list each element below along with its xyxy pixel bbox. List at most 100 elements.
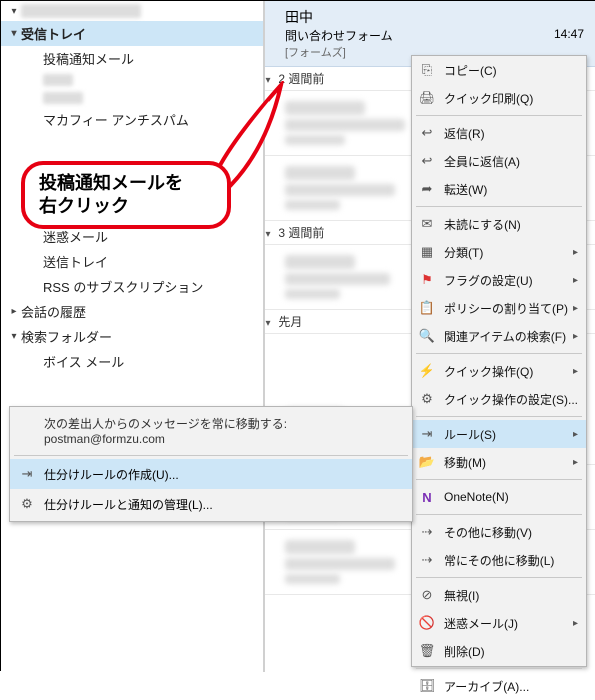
chevron-right-icon: ▸ — [573, 457, 578, 468]
reply-icon: ↩ — [418, 124, 436, 142]
ctx-label: その他に移動(V) — [444, 524, 532, 541]
ctx-flag[interactable]: ⚑ フラグの設定(U) ▸ — [412, 266, 586, 294]
blur-text — [285, 200, 340, 210]
submenu-create-rule[interactable]: ⇥ 仕分けルールの作成(U)... — [10, 459, 412, 489]
tree-label: 検索フォルダー — [21, 327, 112, 346]
tree-item-voice-mail[interactable]: ボイス メール — [1, 349, 263, 374]
tree-item-rss[interactable]: RSS のサブスクリプション — [1, 274, 263, 299]
ctx-related[interactable]: 🔍 関連アイテムの検索(F) ▸ — [412, 322, 586, 350]
chevron-right-icon: ▸ — [573, 366, 578, 377]
ctx-label: 未読にする(N) — [444, 216, 521, 233]
ctx-move[interactable]: 📂 移動(M) ▸ — [412, 448, 586, 476]
print-icon: 🖨 — [418, 89, 436, 107]
ctx-label: 迷惑メール(J) — [444, 615, 518, 632]
ctx-label: クイック印刷(Q) — [444, 90, 533, 107]
tree-item-root-blur[interactable]: ▾ — [1, 1, 263, 21]
blur-text — [285, 135, 345, 145]
separator — [416, 514, 582, 515]
ctx-label: 関連アイテムの検索(F) — [444, 328, 566, 345]
ctx-always-move-other[interactable]: ⇢ 常にその他に移動(L) — [412, 546, 586, 574]
tree-item-sent[interactable]: 送信トレイ — [1, 249, 263, 274]
ctx-delete[interactable]: 🗑 削除(D) — [412, 637, 586, 665]
tree-label: RSS のサブスクリプション — [43, 277, 203, 296]
search-icon: 🔍 — [418, 327, 436, 345]
ctx-label: ルール(S) — [444, 426, 496, 443]
blur-text — [285, 540, 355, 554]
chevron-right-icon: ▸ — [573, 275, 578, 286]
delete-icon: 🗑 — [418, 642, 436, 660]
separator — [416, 353, 582, 354]
submenu-static-text[interactable]: 次の差出人からのメッセージを常に移動する: postman@formzu.com — [10, 409, 412, 452]
settings-icon: ⚙ — [18, 495, 36, 513]
ctx-markunread[interactable]: ✉ 未読にする(N) — [412, 210, 586, 238]
blur-text — [285, 166, 355, 180]
move-other-icon: ⇢ — [418, 523, 436, 541]
ctx-quickop[interactable]: ⚡ クイック操作(Q) ▸ — [412, 357, 586, 385]
separator — [416, 668, 582, 669]
submenu-manage-rules[interactable]: ⚙ 仕分けルールと通知の管理(L)... — [10, 489, 412, 519]
ctx-label: クイック操作の設定(S)... — [444, 391, 578, 408]
tree-item-inbox[interactable]: ▾ 受信トレイ — [1, 21, 263, 46]
separator — [14, 455, 408, 456]
chevron-right-icon: ▸ — [573, 618, 578, 629]
blur-text — [285, 273, 390, 285]
ctx-onenote[interactable]: N OneNote(N) — [412, 483, 586, 511]
blur-text — [285, 101, 365, 115]
ctx-quickop-settings[interactable]: ⚙ クイック操作の設定(S)... — [412, 385, 586, 413]
tree-item-search-folders[interactable]: ▾ 検索フォルダー — [1, 324, 263, 349]
lightning-icon: ⚡ — [418, 362, 436, 380]
date-group-label: 先月 — [278, 315, 302, 329]
ctx-policy[interactable]: 📋 ポリシーの割り当て(P) ▸ — [412, 294, 586, 322]
ctx-label: 常にその他に移動(L) — [444, 552, 554, 569]
ctx-label: アーカイブ(A)... — [444, 678, 529, 695]
onenote-icon: N — [418, 488, 436, 506]
separator — [416, 577, 582, 578]
ctx-move-other[interactable]: ⇢ その他に移動(V) — [412, 518, 586, 546]
ctx-label: 削除(D) — [444, 643, 485, 660]
ctx-rules[interactable]: ⇥ ルール(S) ▸ — [412, 420, 586, 448]
tree-item-post-notify[interactable]: 投稿通知メール — [1, 46, 263, 71]
junk-icon: 🚫 — [418, 614, 436, 632]
blur-text — [285, 255, 355, 269]
chevron-down-icon: ▾ — [7, 28, 21, 39]
always-move-icon: ⇢ — [418, 551, 436, 569]
context-menu: ⎘ コピー(C) 🖨 クイック印刷(Q) ↩ 返信(R) ↩ 全員に返信(A) … — [411, 55, 587, 667]
categorize-icon: ▦ — [418, 243, 436, 261]
ctx-label: クイック操作(Q) — [444, 363, 533, 380]
ctx-label: 移動(M) — [444, 454, 486, 471]
forward-icon: ➦ — [418, 180, 436, 198]
blur-text — [285, 574, 340, 584]
ctx-junk[interactable]: 🚫 迷惑メール(J) ▸ — [412, 609, 586, 637]
submenu-label: 仕分けルールの作成(U)... — [44, 466, 179, 483]
message-time: 14:47 — [554, 27, 584, 44]
flag-icon: ⚑ — [418, 271, 436, 289]
chevron-right-icon: ▸ — [573, 247, 578, 258]
ctx-label: OneNote(N) — [444, 490, 509, 504]
ctx-reply[interactable]: ↩ 返信(R) — [412, 119, 586, 147]
message-sender: 田中 — [285, 7, 584, 27]
tree-label: 投稿通知メール — [43, 49, 134, 68]
separator — [416, 479, 582, 480]
separator — [416, 416, 582, 417]
ctx-ignore[interactable]: ⊘ 無視(I) — [412, 581, 586, 609]
chevron-right-icon: ▸ — [573, 331, 578, 342]
ctx-categorize[interactable]: ▦ 分類(T) ▸ — [412, 238, 586, 266]
blur-label — [43, 92, 83, 104]
blur-text — [285, 184, 395, 196]
move-icon: 📂 — [418, 453, 436, 471]
ctx-label: ポリシーの割り当て(P) — [444, 300, 568, 317]
tree-item-conv-history[interactable]: ▸ 会話の履歴 — [1, 299, 263, 324]
ctx-label: コピー(C) — [444, 62, 497, 79]
ctx-copy[interactable]: ⎘ コピー(C) — [412, 56, 586, 84]
ctx-replyall[interactable]: ↩ 全員に返信(A) — [412, 147, 586, 175]
ctx-archive[interactable]: 🗄 アーカイブ(A)... — [412, 672, 586, 700]
blur-text — [285, 119, 405, 131]
rules-icon: ⇥ — [418, 425, 436, 443]
chevron-right-icon: ▸ — [7, 306, 21, 317]
message-subject: 問い合わせフォーム — [285, 27, 393, 44]
copy-icon: ⎘ — [418, 61, 436, 79]
ctx-forward[interactable]: ➦ 転送(W) — [412, 175, 586, 203]
blur-text — [285, 558, 395, 570]
tree-label: 会話の履歴 — [21, 302, 86, 321]
ctx-quickprint[interactable]: 🖨 クイック印刷(Q) — [412, 84, 586, 112]
